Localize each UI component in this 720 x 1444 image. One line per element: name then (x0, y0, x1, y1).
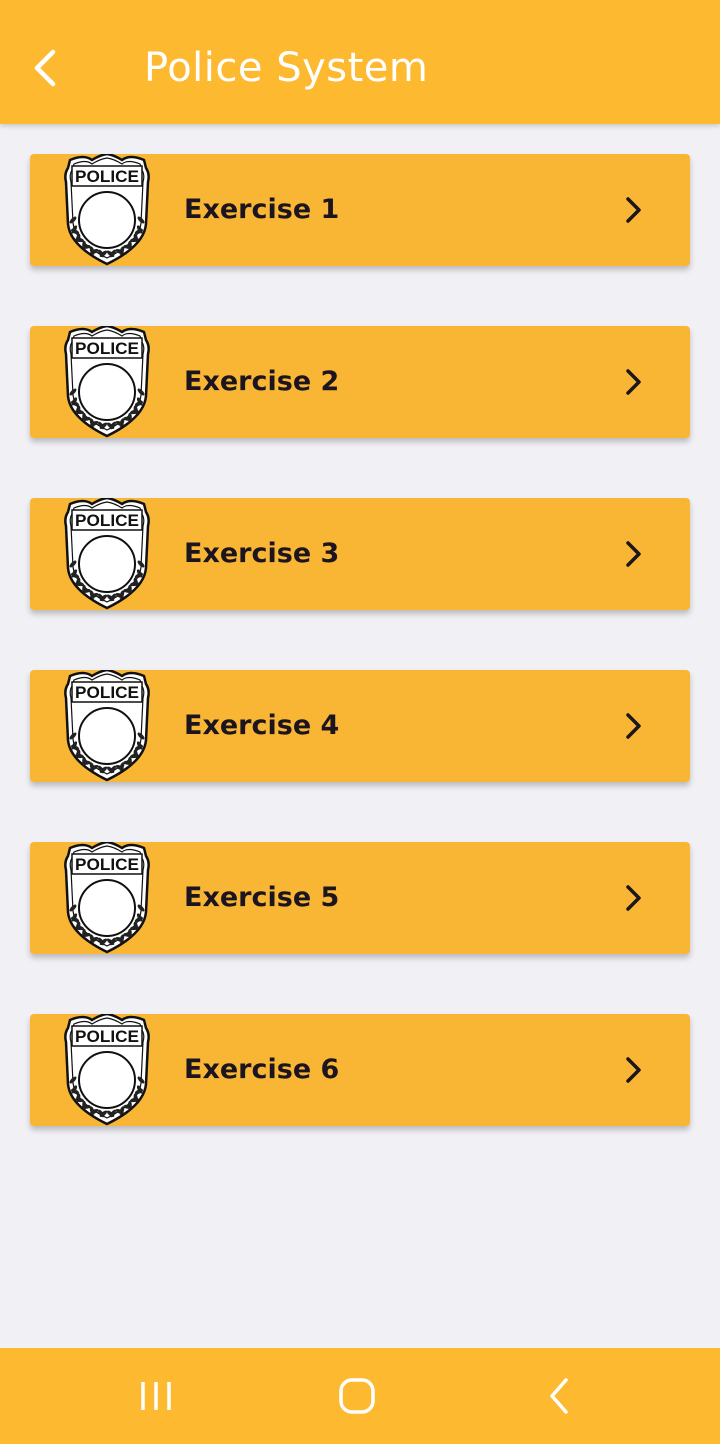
badge-text: POLICE (75, 511, 139, 530)
badge-text: POLICE (75, 1027, 139, 1046)
chevron-right-icon (618, 882, 648, 914)
exercise-item[interactable]: POLICE Exercise 4 (30, 670, 690, 782)
recent-apps-button[interactable] (126, 1374, 186, 1418)
back-button[interactable] (22, 44, 70, 92)
exercise-list: POLICE Exercise 1 POLICE Exercise 2 POLICE Ex… (30, 154, 690, 1186)
badge-text: POLICE (75, 683, 139, 702)
police-badge-icon: POLICE (62, 498, 152, 610)
exercise-item[interactable]: POLICE Exercise 1 (30, 154, 690, 266)
badge-text: POLICE (75, 339, 139, 358)
police-badge-icon: POLICE (62, 326, 152, 438)
page-title: Police System (144, 45, 429, 91)
police-badge-icon: POLICE (62, 1014, 152, 1126)
chevron-left-icon (34, 49, 56, 87)
chevron-right-icon (618, 1054, 648, 1086)
police-badge-icon: POLICE (62, 154, 152, 266)
exercise-label: Exercise 1 (184, 194, 340, 225)
nav-back-button[interactable] (530, 1374, 590, 1418)
home-icon (339, 1378, 375, 1414)
exercise-label: Exercise 5 (184, 882, 340, 913)
exercise-item[interactable]: POLICE Exercise 6 (30, 1014, 690, 1126)
system-nav-bar (0, 1348, 720, 1444)
exercise-label: Exercise 3 (184, 538, 340, 569)
exercise-label: Exercise 6 (184, 1054, 340, 1085)
badge-text: POLICE (75, 855, 139, 874)
exercise-label: Exercise 4 (184, 710, 340, 741)
chevron-right-icon (618, 538, 648, 570)
app-bar: Police System (0, 0, 720, 124)
exercise-item[interactable]: POLICE Exercise 2 (30, 326, 690, 438)
exercise-item[interactable]: POLICE Exercise 3 (30, 498, 690, 610)
exercise-label: Exercise 2 (184, 366, 340, 397)
badge-text: POLICE (75, 167, 139, 186)
chevron-right-icon (618, 710, 648, 742)
exercise-item[interactable]: POLICE Exercise 5 (30, 842, 690, 954)
police-badge-icon: POLICE (62, 670, 152, 782)
back-icon (550, 1378, 568, 1414)
recent-apps-icon (141, 1382, 171, 1410)
police-badge-icon: POLICE (62, 842, 152, 954)
chevron-right-icon (618, 366, 648, 398)
chevron-right-icon (618, 194, 648, 226)
home-button[interactable] (327, 1374, 387, 1418)
